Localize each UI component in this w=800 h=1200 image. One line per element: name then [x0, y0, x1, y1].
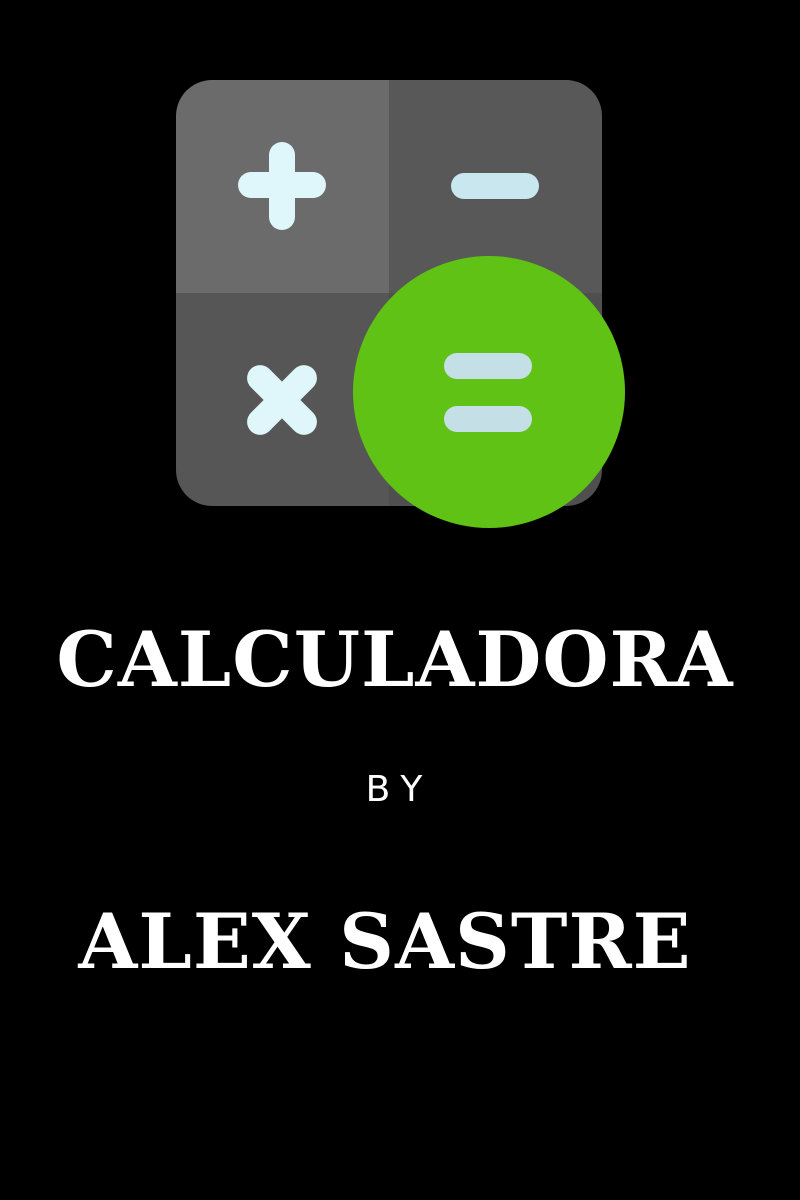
- calculator-icon: [176, 80, 636, 540]
- minus-icon: [451, 173, 539, 199]
- book-title: CALCULADORA: [56, 615, 734, 704]
- author-name: ALEX SASTRE: [78, 897, 692, 986]
- equals-icon: [353, 256, 625, 528]
- by-label: BY: [365, 769, 435, 810]
